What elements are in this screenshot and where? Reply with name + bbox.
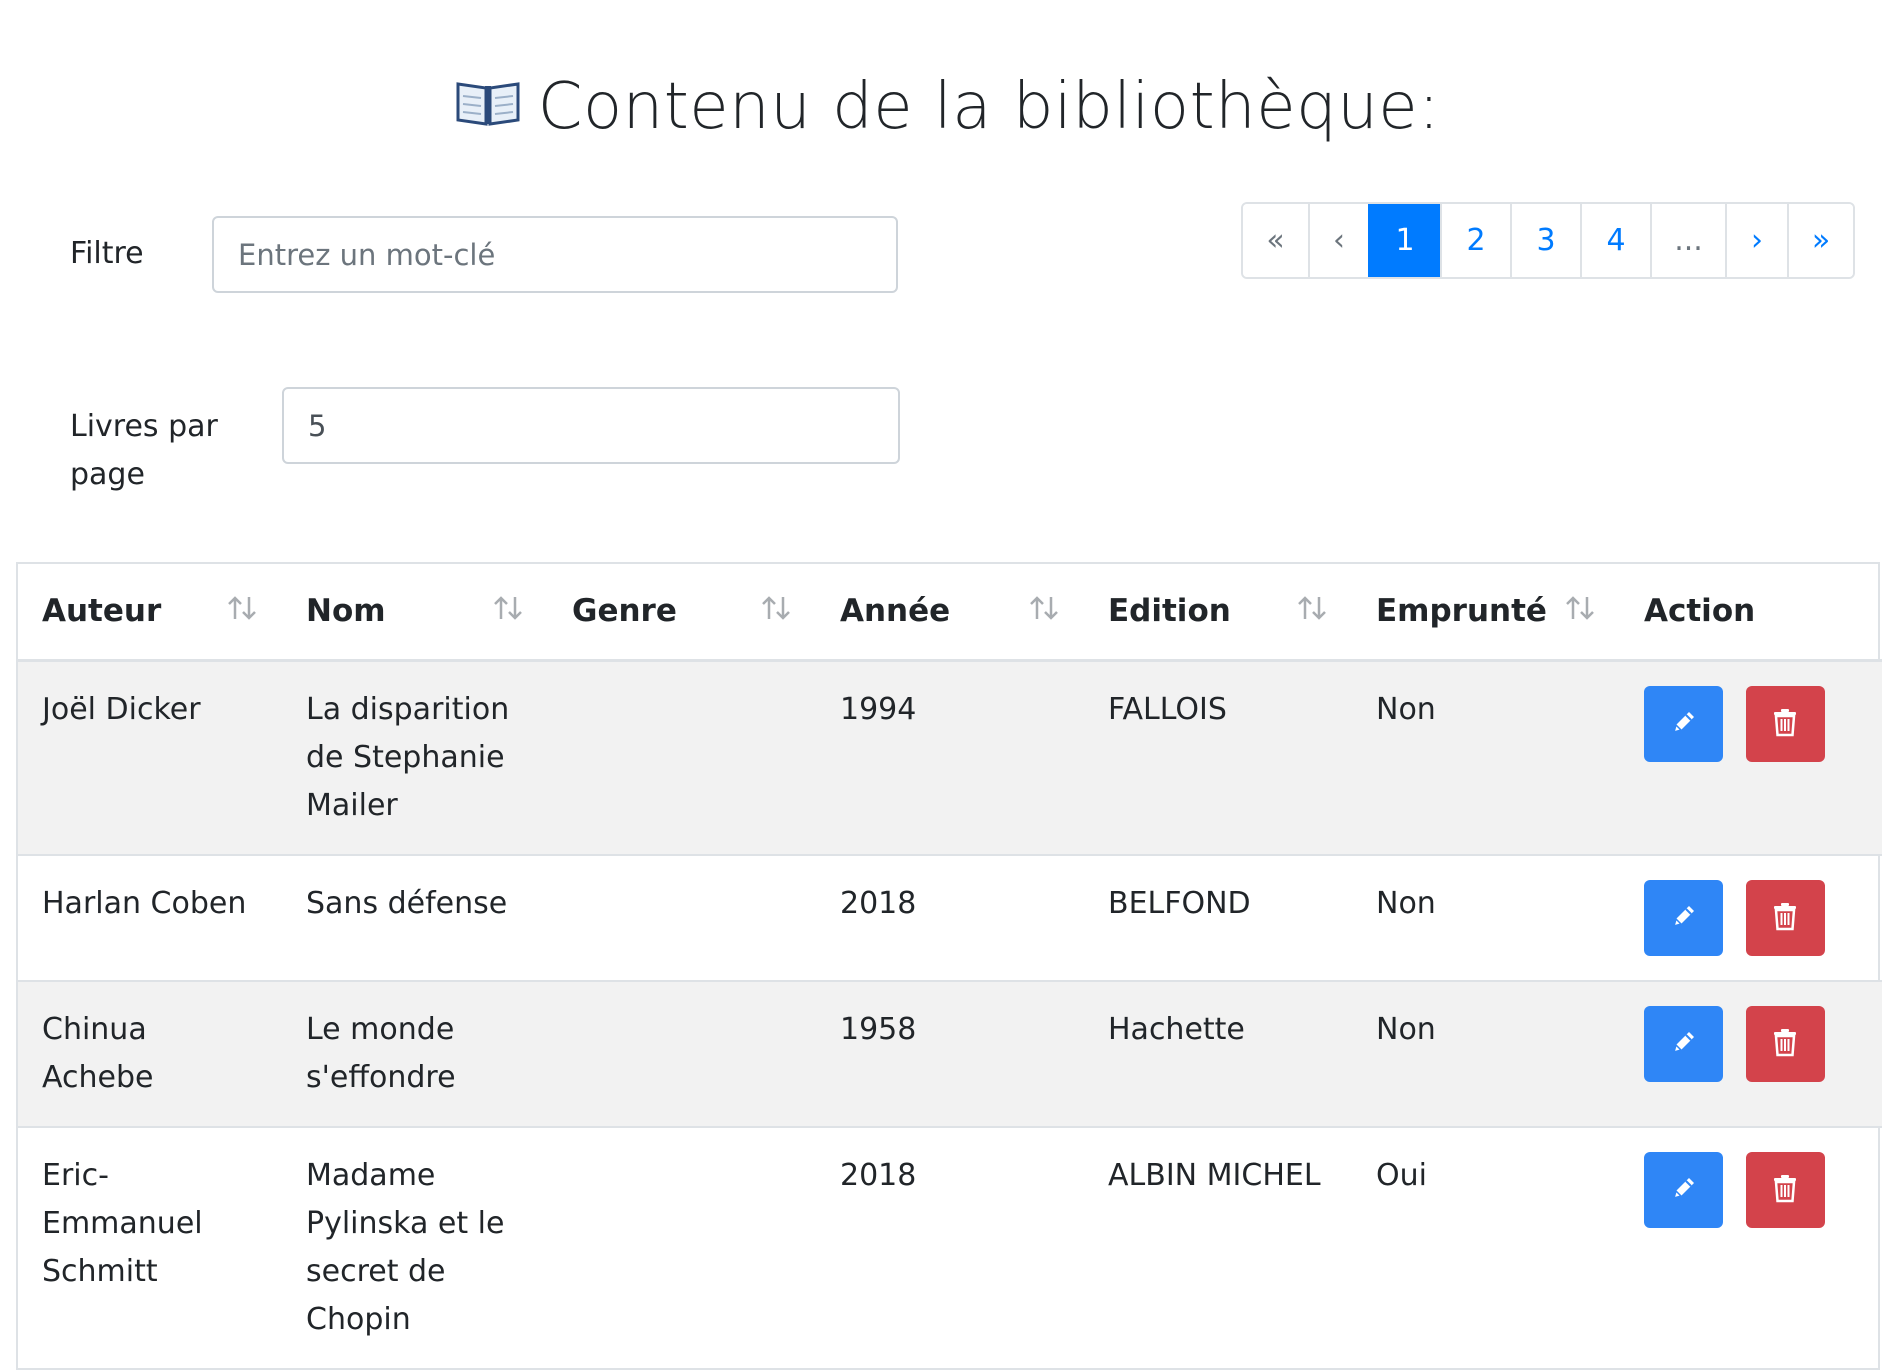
pencil-icon	[1669, 1173, 1699, 1206]
cell-action	[1620, 1125, 1882, 1368]
cell-auteur: Chinua Achebe	[18, 979, 282, 1127]
table-row: Joël Dicker La disparition de Stephanie …	[18, 659, 1882, 855]
cell-edition: Hachette	[1084, 979, 1352, 1127]
cell-auteur: Joël Dicker	[18, 659, 282, 855]
per-page-input[interactable]	[282, 387, 900, 464]
page-title: Contenu de la bibliothèque:	[0, 70, 1896, 148]
filter-label: Filtre	[70, 236, 144, 271]
cell-genre	[548, 979, 816, 1127]
books-table: Auteur Nom Genre Année Edition Emprunté …	[16, 562, 1882, 1370]
first-page-button[interactable]: «	[1243, 204, 1308, 277]
edit-button[interactable]	[1644, 879, 1723, 956]
cell-emprunte: Non	[1352, 979, 1620, 1127]
cell-auteur: Harlan Coben	[18, 853, 282, 981]
cell-action	[1620, 659, 1882, 855]
cell-annee: 2018	[816, 1125, 1084, 1368]
sort-icon[interactable]	[492, 593, 524, 629]
page-title-text: Contenu de la bibliothèque:	[537, 70, 1441, 144]
edit-button[interactable]	[1644, 685, 1723, 762]
delete-button[interactable]	[1745, 685, 1825, 762]
delete-button[interactable]	[1745, 1005, 1825, 1082]
cell-genre	[548, 659, 816, 855]
col-header-genre[interactable]: Genre	[548, 564, 816, 662]
prev-page-button[interactable]: ‹	[1308, 204, 1368, 277]
edit-button[interactable]	[1644, 1151, 1723, 1228]
cell-annee: 2018	[816, 853, 1084, 981]
table-row: Chinua Achebe Le monde s'effondre 1958 H…	[18, 979, 1882, 1127]
trash-icon	[1771, 1173, 1799, 1206]
cell-edition: ALBIN MICHEL	[1084, 1125, 1352, 1368]
last-page-button[interactable]: »	[1787, 204, 1853, 277]
cell-annee: 1958	[816, 979, 1084, 1127]
col-header-edition[interactable]: Edition	[1084, 564, 1352, 662]
page-1-button[interactable]: 1	[1368, 204, 1440, 277]
cell-action	[1620, 853, 1882, 981]
cell-genre	[548, 1125, 816, 1368]
per-page-label: Livres par page	[70, 409, 218, 492]
cell-nom: Madame Pylinska et le secret de Chopin	[282, 1125, 548, 1368]
col-header-action: Action	[1620, 564, 1882, 662]
ellipsis-page-button[interactable]: ...	[1650, 204, 1725, 277]
cell-auteur: Eric-Emmanuel Schmitt	[18, 1125, 282, 1368]
next-page-button[interactable]: ›	[1725, 204, 1787, 277]
cell-action	[1620, 979, 1882, 1127]
table-row: Harlan Coben Sans défense 2018 BELFOND N…	[18, 853, 1882, 981]
page-3-button[interactable]: 3	[1510, 204, 1580, 277]
cell-emprunte: Non	[1352, 853, 1620, 981]
edit-button[interactable]	[1644, 1005, 1723, 1082]
sort-icon[interactable]	[760, 593, 792, 629]
cell-nom: La disparition de Stephanie Mailer	[282, 659, 548, 855]
trash-icon	[1771, 707, 1799, 740]
table-row: Eric-Emmanuel Schmitt Madame Pylinska et…	[18, 1125, 1882, 1368]
cell-emprunte: Non	[1352, 659, 1620, 855]
pencil-icon	[1669, 1027, 1699, 1060]
page-4-button[interactable]: 4	[1580, 204, 1650, 277]
cell-edition: FALLOIS	[1084, 659, 1352, 855]
sort-icon[interactable]	[1028, 593, 1060, 629]
open-book-icon	[456, 68, 520, 142]
cell-annee: 1994	[816, 659, 1084, 855]
delete-button[interactable]	[1745, 1151, 1825, 1228]
delete-button[interactable]	[1745, 879, 1825, 956]
sort-icon[interactable]	[226, 593, 258, 629]
col-header-annee[interactable]: Année	[816, 564, 1084, 662]
cell-emprunte: Oui	[1352, 1125, 1620, 1368]
trash-icon	[1771, 901, 1799, 934]
pencil-icon	[1669, 707, 1699, 740]
page-2-button[interactable]: 2	[1440, 204, 1510, 277]
trash-icon	[1771, 1027, 1799, 1060]
col-header-nom[interactable]: Nom	[282, 564, 548, 662]
filter-input[interactable]	[212, 216, 898, 293]
sort-icon[interactable]	[1564, 593, 1596, 629]
sort-icon[interactable]	[1296, 593, 1328, 629]
pencil-icon	[1669, 901, 1699, 934]
table-header-row: Auteur Nom Genre Année Edition Emprunté …	[18, 564, 1882, 662]
cell-genre	[548, 853, 816, 981]
cell-edition: BELFOND	[1084, 853, 1352, 981]
col-header-emprunte[interactable]: Emprunté	[1352, 564, 1620, 662]
col-header-auteur[interactable]: Auteur	[18, 564, 282, 662]
cell-nom: Le monde s'effondre	[282, 979, 548, 1127]
cell-nom: Sans défense	[282, 853, 548, 981]
pagination: « ‹ 1 2 3 4 ... › »	[1241, 202, 1855, 279]
